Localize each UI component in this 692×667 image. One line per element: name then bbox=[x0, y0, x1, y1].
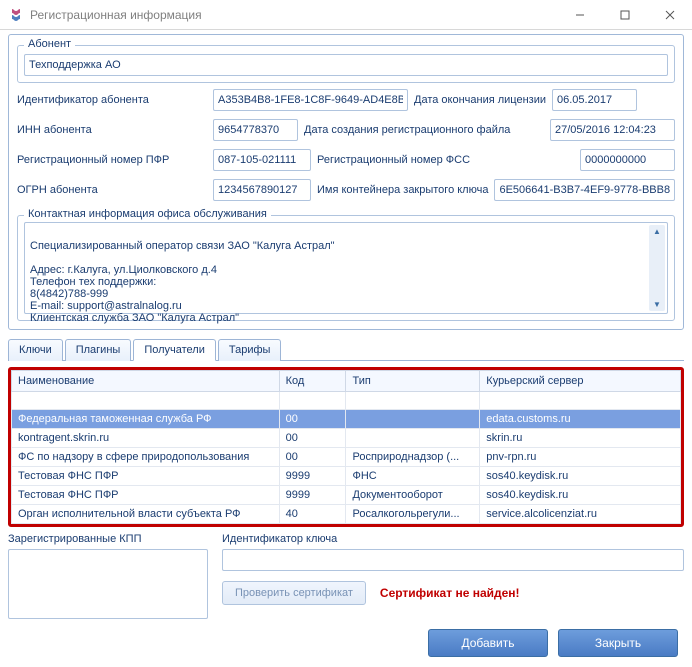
filter-row[interactable] bbox=[12, 392, 681, 410]
tab-recipients[interactable]: Получатели bbox=[133, 339, 216, 361]
cell-server: service.alcolicenziat.ru bbox=[480, 505, 681, 524]
pfr-num-label: Регистрационный номер ПФР bbox=[17, 154, 207, 166]
cell-name: Орган исполнительной власти субъекта РФ bbox=[12, 505, 280, 524]
add-button[interactable]: Добавить bbox=[428, 629, 548, 657]
ogrn-field[interactable] bbox=[213, 179, 311, 201]
col-type[interactable]: Тип bbox=[346, 371, 480, 392]
cell-server: sos40.keydisk.ru bbox=[480, 467, 681, 486]
cell-type: ФНС bbox=[346, 467, 480, 486]
cell-type bbox=[346, 429, 480, 448]
contact-textarea[interactable]: Специализированный оператор связи ЗАО "К… bbox=[24, 222, 668, 314]
cell-name: ФС по надзору в сфере природопользования bbox=[12, 448, 280, 467]
cell-server: pnv-rpn.ru bbox=[480, 448, 681, 467]
cell-type: Росприроднадзор (... bbox=[346, 448, 480, 467]
cell-code: 9999 bbox=[279, 486, 346, 505]
cell-code: 9999 bbox=[279, 467, 346, 486]
minimize-button[interactable] bbox=[557, 1, 602, 29]
scroll-up-icon[interactable]: ▲ bbox=[653, 227, 661, 236]
col-server[interactable]: Курьерский сервер bbox=[480, 371, 681, 392]
table-row[interactable]: Федеральная таможенная служба РФ00 edata.… bbox=[12, 410, 681, 429]
cell-type bbox=[346, 410, 480, 429]
col-code[interactable]: Код bbox=[279, 371, 346, 392]
window-title: Регистрационная информация bbox=[30, 8, 557, 22]
cell-name: kontragent.skrin.ru bbox=[12, 429, 280, 448]
table-row[interactable]: Тестовая ФНС ПФР9999ФНСsos40.keydisk.ru bbox=[12, 467, 681, 486]
table-row[interactable]: Орган исполнительной власти субъекта РФ4… bbox=[12, 505, 681, 524]
table-row[interactable]: Тестовая ФНС ПФР9999Документооборотsos40… bbox=[12, 486, 681, 505]
contact-group-label: Контактная информация офиса обслуживания bbox=[24, 208, 271, 220]
subscriber-group: Абонент bbox=[17, 45, 675, 83]
footer: Добавить Закрыть bbox=[0, 619, 692, 667]
inn-field[interactable] bbox=[213, 119, 298, 141]
kpp-label: Зарегистрированные КПП bbox=[8, 533, 208, 545]
cell-server: sos40.keydisk.ru bbox=[480, 486, 681, 505]
table-row[interactable]: ФС по надзору в сфере природопользования… bbox=[12, 448, 681, 467]
pfr-num-field[interactable] bbox=[213, 149, 311, 171]
inn-label: ИНН абонента bbox=[17, 124, 207, 136]
subscriber-name-field[interactable] bbox=[24, 54, 668, 76]
cell-name: Тестовая ФНС ПФР bbox=[12, 486, 280, 505]
cell-code: 00 bbox=[279, 429, 346, 448]
app-icon bbox=[8, 7, 24, 23]
scrollbar[interactable]: ▲ ▼ bbox=[649, 225, 665, 311]
cell-name: Федеральная таможенная служба РФ bbox=[12, 410, 280, 429]
cell-server: edata.customs.ru bbox=[480, 410, 681, 429]
cell-server: skrin.ru bbox=[480, 429, 681, 448]
fss-num-label: Регистрационный номер ФСС bbox=[317, 154, 574, 166]
fss-num-field[interactable] bbox=[580, 149, 675, 171]
kpp-textarea[interactable] bbox=[8, 549, 208, 619]
recipients-table: Наименование Код Тип Курьерский сервер Ф… bbox=[11, 370, 681, 524]
reg-file-date-field[interactable] bbox=[550, 119, 675, 141]
cell-name: Тестовая ФНС ПФР bbox=[12, 467, 280, 486]
contact-group: Контактная информация офиса обслуживания… bbox=[17, 215, 675, 321]
container-label: Имя контейнера закрытого ключа bbox=[317, 184, 488, 196]
close-footer-button[interactable]: Закрыть bbox=[558, 629, 678, 657]
cell-type: Документооборот bbox=[346, 486, 480, 505]
main-panel: Абонент Идентификатор абонента Дата окон… bbox=[8, 34, 684, 330]
close-button[interactable] bbox=[647, 1, 692, 29]
cell-code: 00 bbox=[279, 410, 346, 429]
key-id-field[interactable] bbox=[222, 549, 684, 571]
identifier-label: Идентификатор абонента bbox=[17, 94, 207, 106]
tab-keys[interactable]: Ключи bbox=[8, 339, 63, 361]
tab-content: Наименование Код Тип Курьерский сервер Ф… bbox=[8, 367, 684, 619]
ogrn-label: ОГРН абонента bbox=[17, 184, 207, 196]
cell-type: Росалкогольрегули... bbox=[346, 505, 480, 524]
scroll-down-icon[interactable]: ▼ bbox=[653, 300, 661, 309]
check-cert-button: Проверить сертификат bbox=[222, 581, 366, 605]
cell-code: 40 bbox=[279, 505, 346, 524]
titlebar: Регистрационная информация bbox=[0, 0, 692, 30]
tab-plugins[interactable]: Плагины bbox=[65, 339, 132, 361]
key-id-label: Идентификатор ключа bbox=[222, 533, 684, 545]
license-end-label: Дата окончания лицензии bbox=[414, 94, 546, 106]
subscriber-group-label: Абонент bbox=[24, 38, 75, 50]
tab-tariffs[interactable]: Тарифы bbox=[218, 339, 282, 361]
recipients-table-wrap: Наименование Код Тип Курьерский сервер Ф… bbox=[8, 367, 684, 527]
container-field[interactable] bbox=[494, 179, 675, 201]
license-end-field[interactable] bbox=[552, 89, 637, 111]
contact-text: Специализированный оператор связи ЗАО "К… bbox=[30, 240, 662, 324]
maximize-button[interactable] bbox=[602, 1, 647, 29]
identifier-field[interactable] bbox=[213, 89, 408, 111]
col-name[interactable]: Наименование bbox=[12, 371, 280, 392]
table-row[interactable]: kontragent.skrin.ru00 skrin.ru bbox=[12, 429, 681, 448]
reg-file-date-label: Дата создания регистрационного файла bbox=[304, 124, 544, 136]
cert-status-text: Сертификат не найден! bbox=[380, 586, 520, 600]
cell-code: 00 bbox=[279, 448, 346, 467]
